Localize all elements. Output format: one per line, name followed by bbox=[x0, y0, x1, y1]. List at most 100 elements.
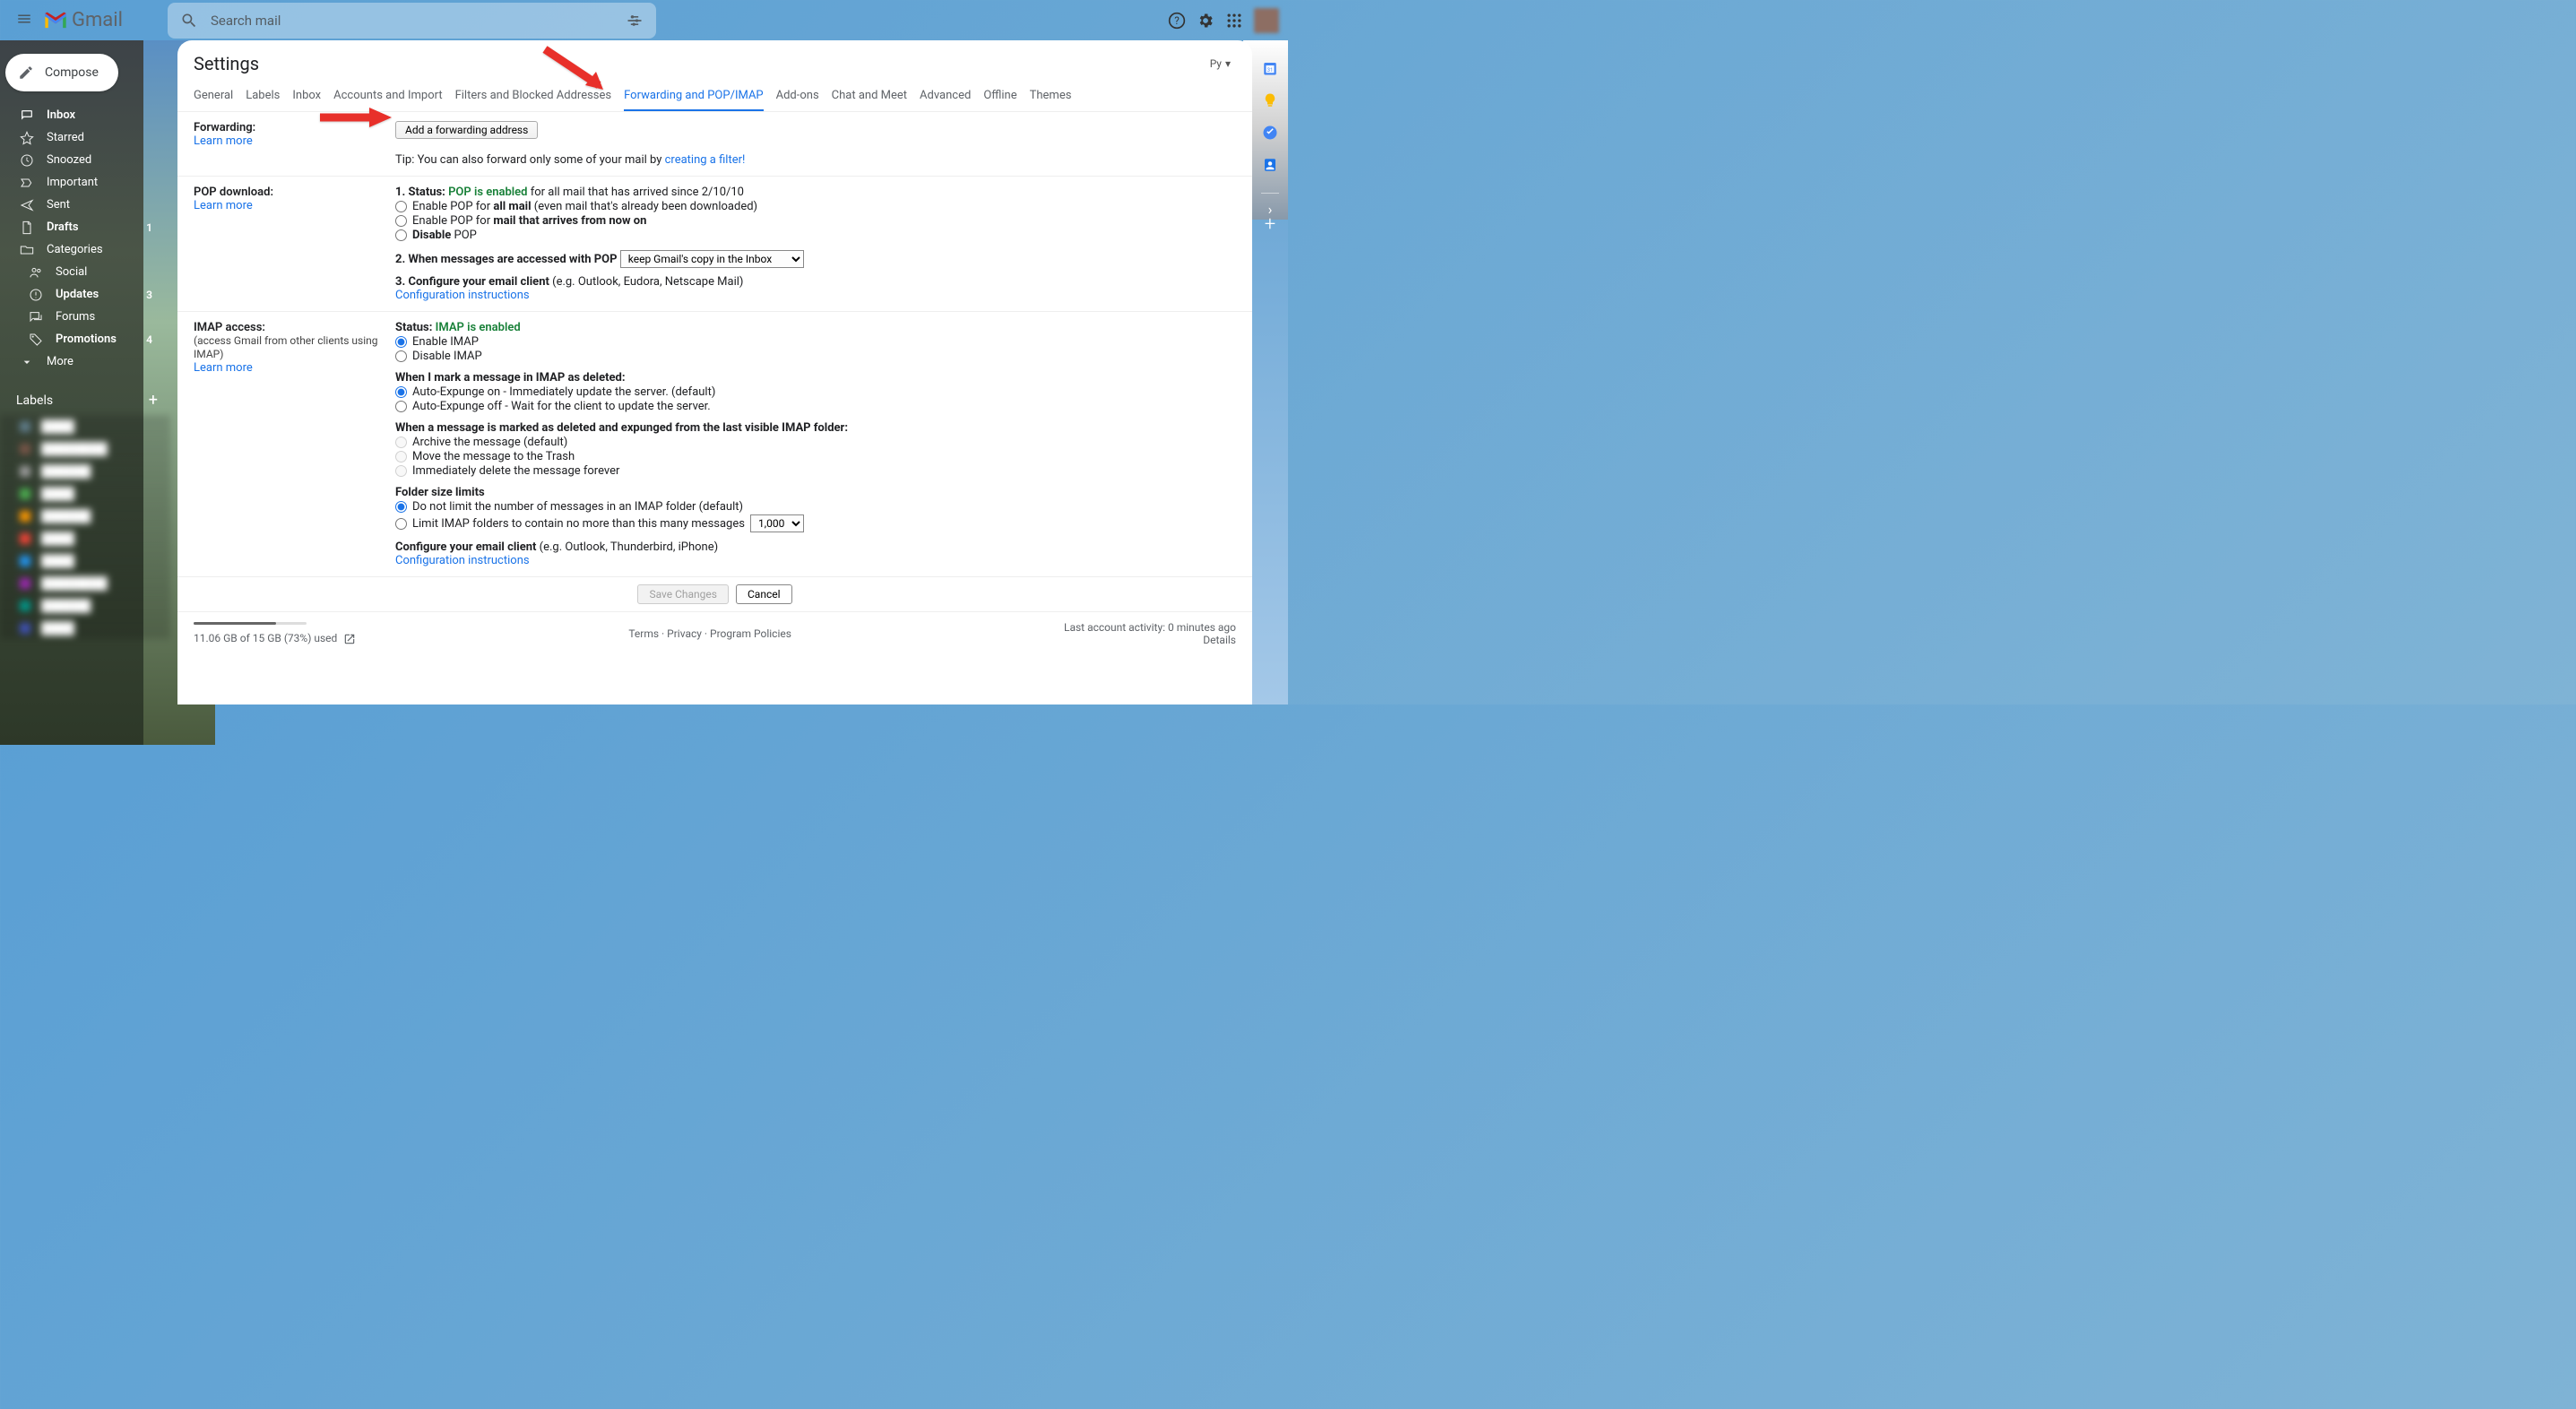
contacts-icon[interactable] bbox=[1262, 157, 1278, 173]
settings-button-row: Save Changes Cancel bbox=[177, 577, 1252, 612]
forums-icon bbox=[29, 310, 43, 324]
expunge-off-radio[interactable] bbox=[395, 401, 407, 412]
forwarding-label: Forwarding: bbox=[194, 121, 255, 134]
account-avatar[interactable] bbox=[1254, 8, 1279, 33]
imap-limit-radio[interactable] bbox=[395, 518, 407, 530]
imap-status-value: IMAP is enabled bbox=[436, 321, 521, 334]
forwarding-learn-more-link[interactable]: Learn more bbox=[194, 134, 253, 148]
social-icon bbox=[29, 265, 43, 280]
imap-learn-more-link[interactable]: Learn more bbox=[194, 361, 253, 375]
more-icon bbox=[20, 355, 34, 369]
imap-limit-select[interactable]: 1,000 bbox=[750, 514, 804, 532]
sidebar-item-more[interactable]: More bbox=[0, 350, 170, 373]
gmail-logo[interactable]: Gmail bbox=[43, 9, 123, 31]
annotation-arrow-tab bbox=[536, 45, 617, 102]
open-external-icon[interactable] bbox=[343, 633, 356, 645]
terms-link[interactable]: Terms bbox=[628, 627, 659, 640]
pop-enable-new-radio[interactable] bbox=[395, 215, 407, 227]
pop-label: POP download: bbox=[194, 186, 273, 199]
imap-trash-radio[interactable] bbox=[395, 451, 407, 462]
sidebar: Compose InboxStarredSnoozedImportantSent… bbox=[0, 54, 170, 639]
cancel-button[interactable]: Cancel bbox=[736, 584, 792, 604]
pop-disable-radio[interactable] bbox=[395, 229, 407, 241]
settings-main-panel: Settings Pу▾ GeneralLabelsInboxAccounts … bbox=[177, 40, 1252, 704]
imap-config-link[interactable]: Configuration instructions bbox=[395, 554, 530, 567]
storage-text: 11.06 GB of 15 GB (73%) used bbox=[194, 632, 337, 644]
sidebar-item-sent[interactable]: Sent bbox=[0, 194, 170, 216]
sidebar-item-starred[interactable]: Starred bbox=[0, 126, 170, 149]
settings-gear-icon[interactable] bbox=[1197, 12, 1215, 30]
sidebar-item-categories[interactable]: Categories bbox=[0, 238, 170, 261]
search-options-icon[interactable] bbox=[626, 12, 644, 30]
dropdown-arrow-icon: ▾ bbox=[1225, 57, 1231, 70]
apps-grid-icon[interactable] bbox=[1225, 12, 1243, 30]
calendar-icon[interactable]: 31 bbox=[1262, 60, 1278, 76]
inbox-icon bbox=[20, 108, 34, 123]
create-filter-link[interactable]: creating a filter! bbox=[665, 153, 746, 167]
sidebar-item-important[interactable]: Important bbox=[0, 171, 170, 194]
imap-section: IMAP access: (access Gmail from other cl… bbox=[177, 312, 1252, 577]
language-dropdown[interactable]: Pу▾ bbox=[1210, 57, 1231, 70]
pop-learn-more-link[interactable]: Learn more bbox=[194, 199, 253, 212]
imap-sublabel: (access Gmail from other clients using I… bbox=[194, 334, 378, 360]
expunge-on-radio[interactable] bbox=[395, 386, 407, 398]
save-changes-button: Save Changes bbox=[637, 584, 729, 604]
tab-add-ons[interactable]: Add-ons bbox=[776, 82, 819, 111]
tab-chat-and-meet[interactable]: Chat and Meet bbox=[832, 82, 907, 111]
imap-disable-radio[interactable] bbox=[395, 350, 407, 362]
tab-offline[interactable]: Offline bbox=[983, 82, 1016, 111]
sidebar-item-updates[interactable]: Updates3 bbox=[0, 283, 170, 306]
policies-link[interactable]: Program Policies bbox=[710, 627, 791, 640]
imap-delete-radio[interactable] bbox=[395, 465, 407, 477]
tasks-icon[interactable] bbox=[1262, 125, 1278, 141]
app-header: Gmail ? bbox=[0, 0, 1288, 40]
add-label-icon[interactable]: + bbox=[149, 391, 158, 410]
tab-forwarding-and-pop-imap[interactable]: Forwarding and POP/IMAP bbox=[624, 82, 764, 111]
sidebar-item-social[interactable]: Social bbox=[0, 261, 170, 283]
tab-general[interactable]: General bbox=[194, 82, 233, 111]
footer: 11.06 GB of 15 GB (73%) used Terms · Pri… bbox=[177, 612, 1252, 646]
labels-title: Labels bbox=[16, 393, 53, 408]
compose-button[interactable]: Compose bbox=[5, 54, 118, 91]
details-link[interactable]: Details bbox=[1203, 634, 1236, 646]
settings-title: Settings bbox=[194, 53, 259, 74]
imap-archive-radio[interactable] bbox=[395, 437, 407, 448]
important-icon bbox=[20, 176, 34, 190]
privacy-link[interactable]: Privacy bbox=[667, 627, 702, 640]
sidebar-item-inbox[interactable]: Inbox bbox=[0, 104, 170, 126]
tab-themes[interactable]: Themes bbox=[1030, 82, 1072, 111]
pop-section: POP download: Learn more 1. Status: POP … bbox=[177, 177, 1252, 312]
draft-icon bbox=[20, 220, 34, 235]
pop-config-link[interactable]: Configuration instructions bbox=[395, 289, 530, 302]
search-bar[interactable] bbox=[168, 3, 656, 39]
sidebar-item-drafts[interactable]: Drafts1 bbox=[0, 216, 170, 238]
cat-icon bbox=[20, 243, 34, 257]
sidebar-item-forums[interactable]: Forums bbox=[0, 306, 170, 328]
storage-bar bbox=[194, 622, 307, 625]
keep-icon[interactable] bbox=[1262, 92, 1278, 108]
promo-icon bbox=[29, 333, 43, 347]
pop-enable-all-radio[interactable] bbox=[395, 201, 407, 212]
pop-access-select[interactable]: keep Gmail's copy in the Inbox bbox=[620, 250, 804, 268]
svg-text:?: ? bbox=[1174, 14, 1180, 27]
svg-text:31: 31 bbox=[1267, 67, 1274, 73]
add-forwarding-address-button[interactable]: Add a forwarding address bbox=[395, 121, 538, 139]
labels-section-header: Labels + bbox=[0, 385, 170, 415]
sidebar-item-promotions[interactable]: Promotions4 bbox=[0, 328, 170, 350]
imap-label: IMAP access: bbox=[194, 321, 265, 334]
main-menu-icon[interactable] bbox=[9, 4, 39, 38]
pop-status-value: POP is enabled bbox=[448, 186, 527, 199]
search-input[interactable] bbox=[211, 13, 626, 29]
tab-labels[interactable]: Labels bbox=[246, 82, 280, 111]
star-icon bbox=[20, 131, 34, 145]
logo-text: Gmail bbox=[72, 9, 123, 31]
sidebar-item-snoozed[interactable]: Snoozed bbox=[0, 149, 170, 171]
updates-icon bbox=[29, 288, 43, 302]
activity-text: Last account activity: 0 minutes ago bbox=[1064, 621, 1236, 634]
help-icon[interactable]: ? bbox=[1168, 12, 1186, 30]
imap-nolimit-radio[interactable] bbox=[395, 501, 407, 513]
collapse-panel-icon[interactable]: › bbox=[1268, 201, 1273, 218]
tab-advanced[interactable]: Advanced bbox=[920, 82, 971, 111]
imap-enable-radio[interactable] bbox=[395, 336, 407, 348]
sent-icon bbox=[20, 198, 34, 212]
